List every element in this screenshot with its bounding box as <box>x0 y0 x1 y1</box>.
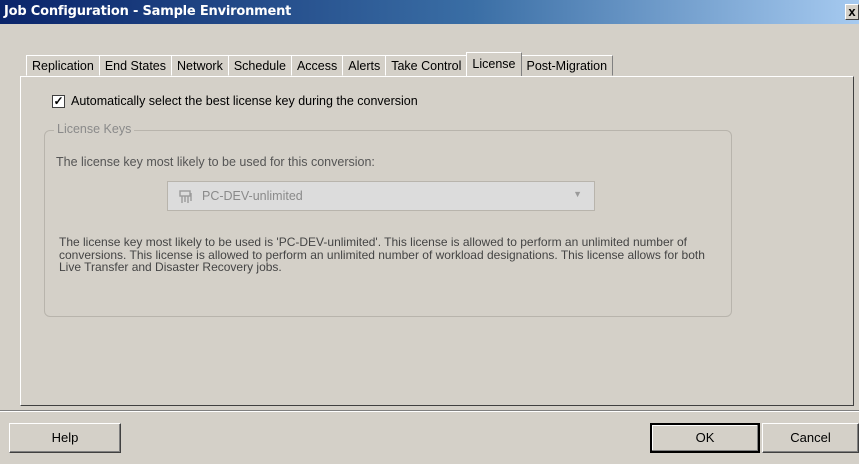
license-keys-group-title: License Keys <box>54 122 135 136</box>
window-title: Job Configuration - Sample Environment <box>4 4 292 19</box>
close-icon: x <box>848 4 856 19</box>
license-key-select: PC-DEV-unlimited ▼ <box>167 181 595 211</box>
tab-license[interactable]: License <box>466 52 522 76</box>
tab-schedule[interactable]: Schedule <box>227 55 292 76</box>
license-key-value: PC-DEV-unlimited <box>202 189 303 203</box>
chevron-down-icon: ▼ <box>573 189 582 199</box>
license-description: The license key most likely to be used i… <box>59 235 705 274</box>
tab-end-states[interactable]: End States <box>98 55 172 76</box>
ok-button[interactable]: OK <box>650 423 760 453</box>
title-bar: Job Configuration - Sample Environment x <box>0 0 859 24</box>
tab-alerts[interactable]: Alerts <box>342 55 387 76</box>
tab-replication[interactable]: Replication <box>26 55 100 76</box>
cancel-button[interactable]: Cancel <box>762 423 859 453</box>
tab-strip: Replication End States Network Schedule … <box>26 52 614 76</box>
button-separator <box>0 410 859 412</box>
auto-select-license-checkbox[interactable]: ✓ <box>52 94 65 108</box>
tab-take-control[interactable]: Take Control <box>385 55 468 76</box>
help-button[interactable]: Help <box>9 423 121 453</box>
auto-select-license-row[interactable]: ✓ Automatically select the best license … <box>52 94 418 108</box>
close-button[interactable]: x <box>845 4 859 20</box>
tab-access[interactable]: Access <box>290 55 344 76</box>
tab-post-migration[interactable]: Post-Migration <box>520 55 614 76</box>
tab-network[interactable]: Network <box>171 55 229 76</box>
license-key-subtitle: The license key most likely to be used f… <box>56 155 375 169</box>
auto-select-license-label: Automatically select the best license ke… <box>71 94 418 108</box>
key-icon <box>178 189 194 205</box>
